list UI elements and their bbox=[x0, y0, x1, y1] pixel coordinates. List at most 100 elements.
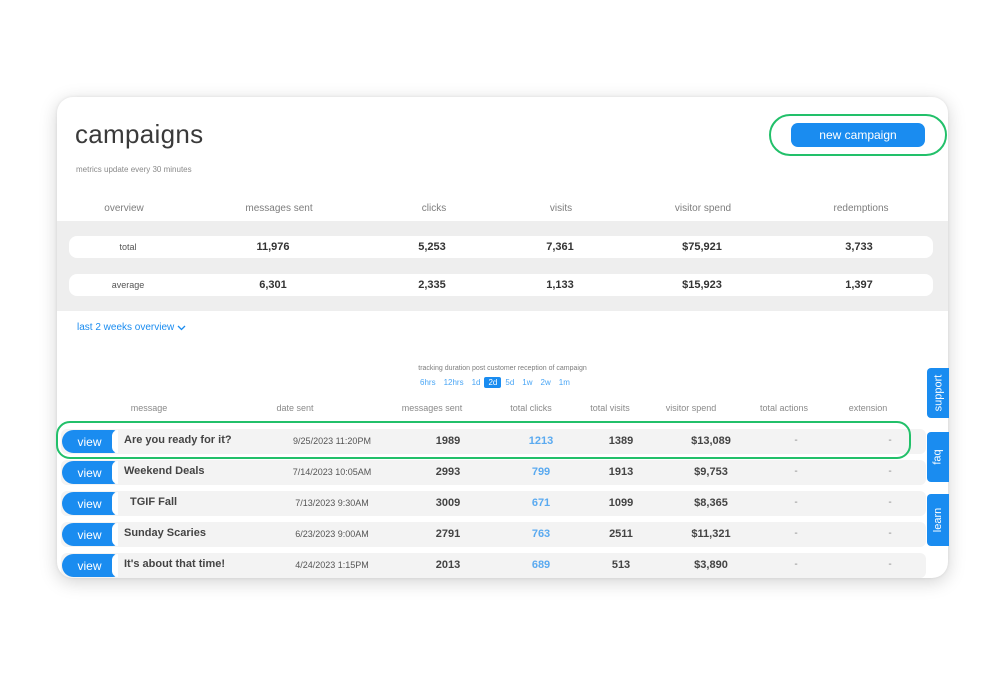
overview-visitor-spend: $75,921 bbox=[682, 241, 722, 253]
overview-visits: 1,133 bbox=[546, 279, 574, 291]
overview-row-label: average bbox=[111, 280, 145, 290]
col-date-sent: date sent bbox=[276, 403, 314, 413]
overview-header: overview messages sent clicks visits vis… bbox=[57, 194, 948, 222]
row-sent: 1989 bbox=[435, 435, 461, 447]
overview-col-label: overview bbox=[104, 203, 144, 214]
faq-tab[interactable]: faq bbox=[927, 432, 949, 482]
view-button[interactable]: view bbox=[62, 523, 118, 546]
col-messages-sent: messages sent bbox=[401, 403, 463, 413]
row-date: 7/14/2023 10:05AM bbox=[292, 467, 372, 477]
overview-row-label: total bbox=[119, 242, 137, 252]
table-row: view Weekend Deals 7/14/2023 10:05AM 299… bbox=[61, 460, 926, 485]
row-sent: 2791 bbox=[435, 528, 461, 540]
row-clicks: 799 bbox=[531, 466, 551, 478]
page-title: campaigns bbox=[75, 119, 204, 149]
row-sent: 3009 bbox=[435, 497, 461, 509]
row-actions: - bbox=[794, 528, 798, 539]
overview-row-average: average 6,301 2,335 1,133 $15,923 1,397 bbox=[69, 274, 933, 296]
support-tab[interactable]: support bbox=[927, 368, 949, 418]
table-row: view Are you ready for it? 9/25/2023 11:… bbox=[61, 429, 926, 454]
overview-messages-sent: 6,301 bbox=[259, 279, 287, 291]
support-tab-label: support bbox=[932, 374, 945, 412]
row-message: It's about that time! bbox=[124, 558, 226, 570]
overview-clicks: 5,253 bbox=[418, 241, 446, 253]
table-row: view It's about that time! 4/24/2023 1:1… bbox=[61, 553, 926, 578]
row-date: 9/25/2023 11:20PM bbox=[293, 436, 371, 446]
tracking-option-5d[interactable]: 5d bbox=[501, 377, 518, 388]
col-total-clicks: total clicks bbox=[510, 403, 552, 413]
col-visitor-spend: visitor spend bbox=[665, 403, 717, 413]
overview-col-redemptions: redemptions bbox=[833, 203, 889, 214]
learn-tab-label: learn bbox=[932, 507, 944, 533]
campaigns-card: campaigns metrics update every 30 minute… bbox=[57, 97, 948, 578]
row-message: Sunday Scaries bbox=[124, 527, 206, 539]
row-visits: 1099 bbox=[608, 497, 634, 509]
col-total-visits: total visits bbox=[590, 403, 630, 413]
row-actions: - bbox=[794, 559, 798, 570]
tracking-duration-label: tracking duration post customer receptio… bbox=[418, 365, 587, 372]
row-spend: $9,753 bbox=[694, 466, 728, 478]
chevron-down-icon bbox=[177, 325, 186, 330]
row-visits: 2511 bbox=[609, 528, 633, 540]
row-extension: - bbox=[888, 497, 892, 508]
view-button[interactable]: view bbox=[62, 430, 118, 453]
row-clicks: 1213 bbox=[528, 435, 554, 447]
overview-panel bbox=[57, 221, 948, 311]
tracking-option-6hrs[interactable]: 6hrs bbox=[416, 377, 440, 388]
overview-col-visits: visits bbox=[549, 203, 573, 214]
new-campaign-button[interactable]: new campaign bbox=[791, 123, 925, 147]
overview-clicks: 2,335 bbox=[418, 279, 446, 291]
row-extension: - bbox=[888, 528, 892, 539]
tracking-option-1m[interactable]: 1m bbox=[555, 377, 574, 388]
row-visits: 1389 bbox=[608, 435, 634, 447]
row-spend: $3,890 bbox=[694, 559, 728, 571]
overview-redemptions: 3,733 bbox=[845, 241, 873, 253]
view-button[interactable]: view bbox=[62, 554, 118, 577]
overview-col-visitor-spend: visitor spend bbox=[674, 203, 732, 214]
tracking-option-2d[interactable]: 2d bbox=[484, 377, 502, 388]
row-visits: 1913 bbox=[608, 466, 634, 478]
row-extension: - bbox=[888, 559, 892, 570]
row-date: 7/13/2023 9:30AM bbox=[295, 498, 369, 508]
overview-visits: 7,361 bbox=[546, 241, 574, 253]
view-button[interactable]: view bbox=[62, 461, 118, 484]
update-note: metrics update every 30 minutes bbox=[76, 165, 192, 174]
row-date: 4/24/2023 1:15PM bbox=[295, 560, 369, 570]
row-actions: - bbox=[794, 466, 798, 477]
row-message: TGIF Fall bbox=[130, 496, 178, 508]
row-actions: - bbox=[794, 435, 798, 446]
overview-redemptions: 1,397 bbox=[845, 279, 873, 291]
row-sent: 2993 bbox=[435, 466, 461, 478]
col-extension: extension bbox=[848, 403, 888, 413]
row-clicks: 671 bbox=[531, 497, 551, 509]
trend-overview-toggle[interactable]: last 2 weeks overview bbox=[77, 322, 186, 333]
table-row: view TGIF Fall 7/13/2023 9:30AM 3009 671… bbox=[61, 491, 926, 516]
row-sent: 2013 bbox=[435, 559, 461, 571]
learn-tab[interactable]: learn bbox=[927, 494, 949, 546]
view-button[interactable]: view bbox=[62, 492, 118, 515]
row-clicks: 689 bbox=[531, 559, 551, 571]
tracking-option-12hrs[interactable]: 12hrs bbox=[440, 377, 468, 388]
row-actions: - bbox=[794, 497, 798, 508]
trend-overview-label: last 2 weeks overview bbox=[77, 322, 175, 333]
faq-tab-label: faq bbox=[931, 449, 944, 465]
row-date: 6/23/2023 9:00AM bbox=[295, 529, 369, 539]
overview-col-clicks: clicks bbox=[421, 203, 447, 214]
row-spend: $13,089 bbox=[691, 435, 731, 447]
row-message: Are you ready for it? bbox=[124, 434, 232, 446]
overview-row-total: total 11,976 5,253 7,361 $75,921 3,733 bbox=[69, 236, 933, 258]
table-row: view Sunday Scaries 6/23/2023 9:00AM 279… bbox=[61, 522, 926, 547]
overview-messages-sent: 11,976 bbox=[256, 241, 290, 253]
row-spend: $8,365 bbox=[694, 497, 728, 509]
tracking-option-2w[interactable]: 2w bbox=[537, 377, 555, 388]
tracking-option-1d[interactable]: 1d bbox=[468, 377, 485, 388]
row-visits: 513 bbox=[611, 559, 631, 571]
row-clicks: 763 bbox=[531, 528, 551, 540]
tracking-option-1w[interactable]: 1w bbox=[518, 377, 536, 388]
overview-visitor-spend: $15,923 bbox=[682, 279, 722, 291]
row-extension: - bbox=[888, 466, 892, 477]
col-message: message bbox=[130, 403, 168, 413]
row-message: Weekend Deals bbox=[124, 465, 205, 477]
tracking-duration-options: 6hrs 12hrs 1d 2d 5d 1w 2w 1m bbox=[416, 377, 574, 388]
row-extension: - bbox=[888, 435, 892, 446]
